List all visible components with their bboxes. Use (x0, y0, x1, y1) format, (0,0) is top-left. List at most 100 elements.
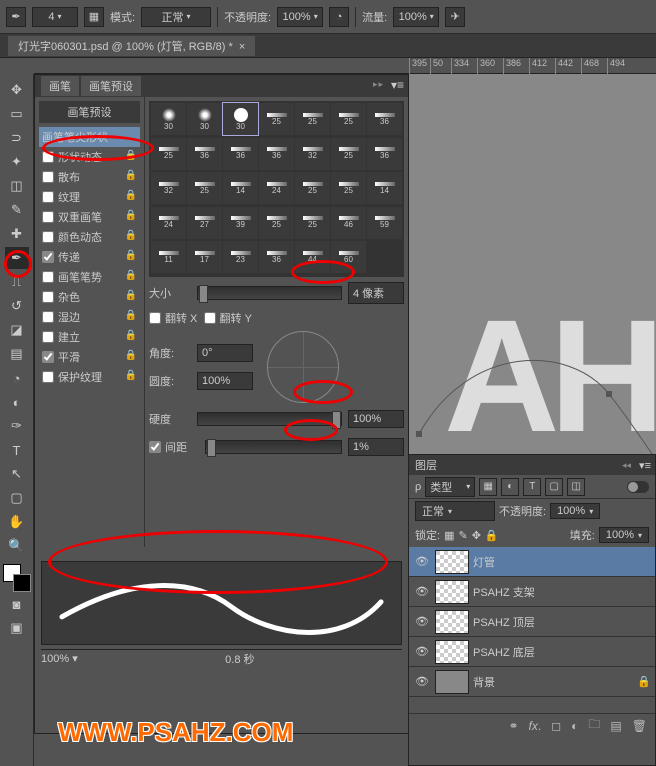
document-tab[interactable]: 灯光字060301.psd @ 100% (灯管, RGB/8) * × (8, 36, 255, 56)
layer-thumb[interactable] (435, 580, 469, 604)
brush-section-item[interactable]: 画笔笔势🔒 (39, 267, 140, 287)
lock-icon[interactable]: 🔒 (125, 350, 137, 361)
brush-tip-cell[interactable]: 44 (295, 241, 330, 273)
brush-tip-cell[interactable]: 24 (259, 172, 294, 204)
angle-widget[interactable] (267, 331, 339, 403)
brush-tip-cell[interactable]: 25 (295, 172, 330, 204)
screenmode-icon[interactable]: ▣ (5, 617, 29, 639)
zoom-tool[interactable]: 🔍 (5, 535, 29, 557)
brush-section-item[interactable]: 画笔笔尖形状 (39, 127, 140, 147)
brush-tip-cell[interactable]: 32 (151, 172, 186, 204)
brush-tip-cell[interactable]: 24 (151, 207, 186, 239)
brush-tip-cell[interactable]: 25 (295, 103, 330, 135)
filter-toggle[interactable] (627, 481, 649, 493)
section-checkbox[interactable] (42, 251, 54, 263)
brush-tip-cell[interactable]: 23 (223, 241, 258, 273)
brush-tip-cell[interactable]: 36 (367, 103, 402, 135)
brush-tip-cell[interactable]: 25 (331, 172, 366, 204)
brush-tip-cell[interactable]: 39 (223, 207, 258, 239)
layer-thumb[interactable] (435, 640, 469, 664)
layer-row[interactable]: 👁灯管 (409, 547, 655, 577)
size-slider[interactable] (197, 286, 342, 300)
layer-row[interactable]: 👁PSAHZ 底层 (409, 637, 655, 667)
layer-thumb[interactable] (435, 550, 469, 574)
brush-section-item[interactable]: 平滑🔒 (39, 347, 140, 367)
brush-tip-grid[interactable]: 3030302525253625363636322536322514242525… (149, 101, 404, 277)
pen-tool[interactable]: ✑ (5, 415, 29, 437)
brush-section-item[interactable]: 颜色动态🔒 (39, 227, 140, 247)
eye-icon[interactable]: 👁 (413, 615, 431, 628)
brush-tip-cell[interactable]: 60 (331, 241, 366, 273)
section-checkbox[interactable] (42, 271, 54, 283)
section-checkbox[interactable] (42, 311, 54, 323)
lock-icon[interactable]: 🔒 (125, 370, 137, 381)
section-checkbox[interactable] (42, 331, 54, 343)
brush-section-item[interactable]: 建立🔒 (39, 327, 140, 347)
brush-tip-cell[interactable]: 25 (295, 207, 330, 239)
brush-section-item[interactable]: 双重画笔🔒 (39, 207, 140, 227)
path-select-tool[interactable]: ↖ (5, 463, 29, 485)
flip-x-checkbox[interactable] (149, 312, 161, 324)
brush-tip-cell[interactable]: 36 (367, 138, 402, 170)
filter-kind-dropdown[interactable]: 类型 (425, 477, 475, 497)
brush-preset-dropdown[interactable]: 4 (32, 7, 78, 27)
filter-type-icon[interactable]: T (523, 478, 541, 496)
brush-tool[interactable]: ✒ (5, 247, 29, 269)
brush-tip-cell[interactable]: 46 (331, 207, 366, 239)
lock-icon[interactable]: 🔒 (125, 230, 137, 241)
blend-mode-dropdown[interactable]: 正常 (415, 501, 495, 521)
pressure-opacity-icon[interactable]: ◔ (329, 7, 349, 27)
filter-pixel-icon[interactable]: ▦ (479, 478, 497, 496)
brush-tip-cell[interactable]: 25 (151, 138, 186, 170)
brush-tip-cell[interactable]: 17 (187, 241, 222, 273)
layer-row[interactable]: 👁PSAHZ 支架 (409, 577, 655, 607)
tab-brush[interactable]: 画笔 (41, 76, 79, 96)
layer-row[interactable]: 👁PSAHZ 顶层 (409, 607, 655, 637)
opacity-dropdown[interactable]: 100% (277, 7, 323, 27)
panel-menu-icon[interactable]: ▾≡ (639, 459, 651, 472)
section-checkbox[interactable] (42, 151, 54, 163)
brush-tip-cell[interactable]: 14 (223, 172, 258, 204)
spacing-checkbox[interactable] (149, 441, 161, 453)
lock-trans-icon[interactable]: ▦ (444, 529, 454, 542)
brush-section-item[interactable]: 纹理🔒 (39, 187, 140, 207)
brush-tip-cell[interactable]: 30 (223, 103, 258, 135)
layer-thumb[interactable] (435, 610, 469, 634)
brush-section-item[interactable]: 传递🔒 (39, 247, 140, 267)
lock-icon[interactable]: 🔒 (125, 330, 137, 341)
brush-tip-cell[interactable]: 25 (187, 172, 222, 204)
brush-tip-cell[interactable]: 32 (295, 138, 330, 170)
brush-tip-cell[interactable]: 36 (259, 138, 294, 170)
layer-thumb[interactable] (435, 670, 469, 694)
toggle-panel-icon[interactable]: ▦ (84, 7, 104, 27)
brush-tip-cell[interactable]: 36 (259, 241, 294, 273)
heal-tool[interactable]: ✚ (5, 223, 29, 245)
collapse-icon[interactable]: ◂◂ (622, 460, 631, 471)
collapse-icon[interactable]: ▸▸ (373, 79, 384, 90)
lock-icon[interactable]: 🔒 (125, 250, 137, 261)
tab-brush-presets[interactable]: 画笔预设 (81, 76, 141, 96)
layer-opacity-dropdown[interactable]: 100% (550, 503, 600, 519)
layer-row[interactable]: 👁背景🔒 (409, 667, 655, 697)
color-swatches[interactable] (3, 564, 31, 592)
eyedropper-tool[interactable]: ✎ (5, 199, 29, 221)
lock-icon[interactable]: 🔒 (125, 170, 137, 181)
quickmask-icon[interactable]: ◙ (5, 593, 29, 615)
angle-value[interactable]: 0° (197, 344, 253, 362)
hand-tool[interactable]: ✋ (5, 511, 29, 533)
spacing-value[interactable]: 1% (348, 438, 404, 456)
section-checkbox[interactable] (42, 371, 54, 383)
flow-dropdown[interactable]: 100% (393, 7, 439, 27)
wand-tool[interactable]: ✦ (5, 151, 29, 173)
brush-section-item[interactable]: 散布🔒 (39, 167, 140, 187)
brush-section-item[interactable]: 杂色🔒 (39, 287, 140, 307)
crop-tool[interactable]: ◫ (5, 175, 29, 197)
history-brush-tool[interactable]: ↺ (5, 295, 29, 317)
panel-menu-icon[interactable]: ▾≡ (391, 78, 404, 92)
zoom-value[interactable]: 100% ▾ (41, 652, 78, 665)
fill-adj-icon[interactable]: ◐ (571, 719, 578, 733)
filter-shape-icon[interactable]: ▢ (545, 478, 563, 496)
stamp-tool[interactable]: ⎍ (5, 271, 29, 293)
blend-mode-dropdown[interactable]: 正常 (141, 7, 211, 27)
brush-section-item[interactable]: 湿边🔒 (39, 307, 140, 327)
